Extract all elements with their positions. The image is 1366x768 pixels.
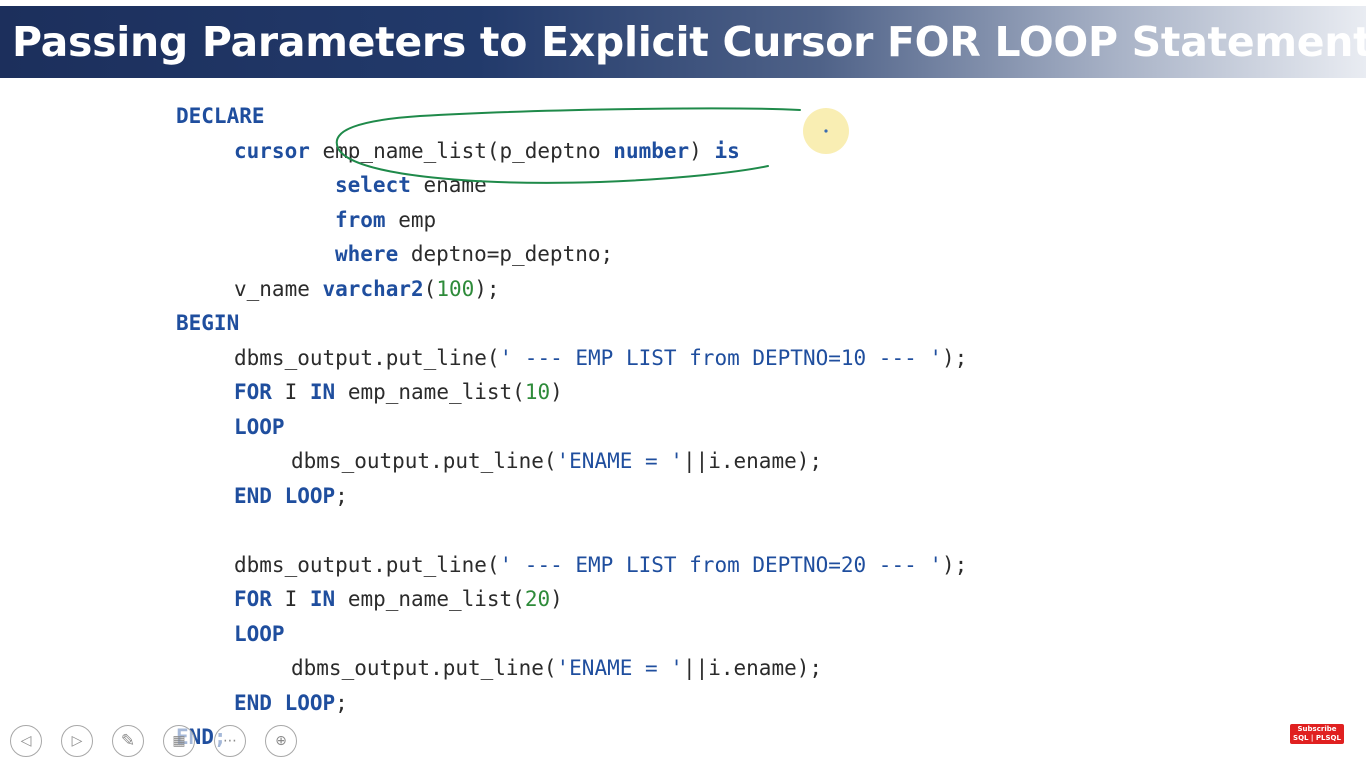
subscribe-badge-line2: SQL | PLSQL xyxy=(1293,734,1341,742)
more-options-icon[interactable]: ⋯ xyxy=(214,725,246,757)
code-line-where: where deptno=p_deptno; xyxy=(335,242,614,266)
code-line-from: from emp xyxy=(335,208,437,232)
zoom-icon[interactable]: ⊕ xyxy=(265,725,297,757)
code-line-print-ename-1: dbms_output.put_line('ENAME = '||i.ename… xyxy=(291,449,823,473)
code-line-print-header-20: dbms_output.put_line(' --- EMP LIST from… xyxy=(234,553,968,577)
subscribe-badge[interactable]: Subscribe SQL | PLSQL xyxy=(1290,724,1344,744)
code-line-for-10: FOR I IN emp_name_list(10) xyxy=(234,380,563,404)
code-line-variable: v_name varchar2(100); xyxy=(234,277,500,301)
previous-slide-icon[interactable]: ◁ xyxy=(10,725,42,757)
code-block: DECLARE cursor emp_name_list(p_deptno nu… xyxy=(0,78,1366,768)
code-line-cursor: cursor emp_name_list(p_deptno number) is xyxy=(234,139,740,163)
slide-title: Passing Parameters to Explicit Cursor FO… xyxy=(12,18,1366,66)
code-line-end-loop-2: END LOOP; xyxy=(234,691,348,715)
code-line-end-loop-1: END LOOP; xyxy=(234,484,348,508)
see-all-slides-icon[interactable]: ▦ xyxy=(163,725,195,757)
code-line-for-20: FOR I IN emp_name_list(20) xyxy=(234,587,563,611)
code-line-loop-1: LOOP xyxy=(234,415,285,439)
next-slide-icon[interactable]: ▷ xyxy=(61,725,93,757)
subscribe-badge-line1: Subscribe xyxy=(1297,725,1337,733)
code-line-select: select ename xyxy=(335,173,487,197)
code-line-print-ename-2: dbms_output.put_line('ENAME = '||i.ename… xyxy=(291,656,823,680)
code-line-begin: BEGIN xyxy=(176,311,240,335)
code-line-declare: DECLARE xyxy=(176,104,265,128)
code-line-print-header-10: dbms_output.put_line(' --- EMP LIST from… xyxy=(234,346,968,370)
slide-content: DECLARE cursor emp_name_list(p_deptno nu… xyxy=(0,78,1366,768)
slide-title-bar: Passing Parameters to Explicit Cursor FO… xyxy=(0,6,1366,78)
code-line-loop-2: LOOP xyxy=(234,622,285,646)
pen-icon[interactable]: ✎ xyxy=(112,725,144,757)
